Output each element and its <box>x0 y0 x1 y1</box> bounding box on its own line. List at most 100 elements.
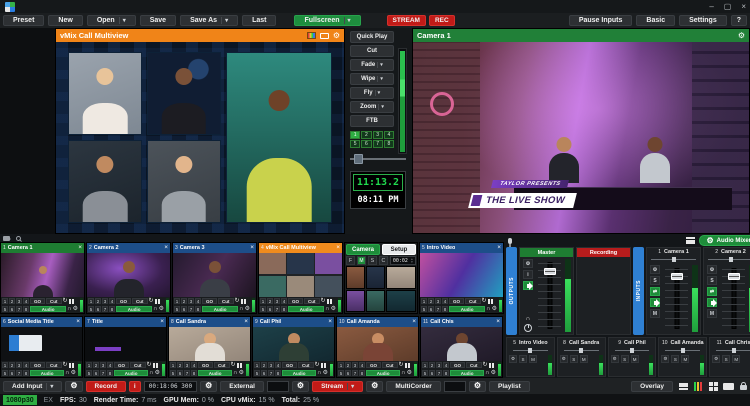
minimize-button[interactable]: – <box>709 3 713 11</box>
overlay-6-button[interactable]: 6 <box>429 370 435 376</box>
gear-icon[interactable]: ⚙ <box>492 306 497 312</box>
input-thumbnail[interactable] <box>1 327 82 361</box>
overlay-6-button[interactable]: 6 <box>9 370 15 376</box>
overlay-4-button[interactable]: 4 <box>443 362 449 368</box>
go-button[interactable]: GO <box>450 362 465 368</box>
volume-fader[interactable] <box>663 265 690 332</box>
overlay-2-button[interactable]: 2 <box>177 362 183 368</box>
camera-mode-button[interactable]: M <box>357 256 366 265</box>
participant-thumb[interactable] <box>366 266 385 289</box>
input-panel[interactable]: 4 vMix Call Multiview × 1 2 3 4 GO Cut ↻… <box>258 242 343 314</box>
overlay-3-button[interactable]: 3 <box>268 362 274 368</box>
overlay-8-button[interactable]: 8 <box>275 370 281 376</box>
maximize-button[interactable]: ▢ <box>724 3 732 11</box>
audio-button[interactable]: Audio <box>30 306 66 312</box>
input-thumbnail[interactable] <box>169 327 250 361</box>
record-info-button[interactable]: i <box>129 381 141 392</box>
overlay-1-button[interactable]: 1 <box>2 362 8 368</box>
camera-icon[interactable] <box>3 236 10 241</box>
go-button[interactable]: GO <box>30 298 45 304</box>
chevron-down-icon[interactable]: ▾ <box>375 90 381 96</box>
transition-tbar[interactable] <box>398 48 407 154</box>
duration-stepper[interactable]: 00:02 ▴▾ <box>390 256 416 265</box>
headphones-icon[interactable]: ∩ <box>239 306 243 312</box>
close-icon[interactable]: × <box>328 319 332 325</box>
gear-icon[interactable]: ⚙ <box>159 306 164 312</box>
overlay-5-button[interactable]: 5 <box>421 306 427 312</box>
gear-icon[interactable]: ⚙ <box>407 370 412 376</box>
input-header[interactable]: 3 Camera 3 × <box>173 243 256 253</box>
overlay-8-button[interactable]: 8 <box>443 370 449 376</box>
participant-thumb[interactable] <box>346 290 365 313</box>
cut-button[interactable]: Cut <box>46 298 62 304</box>
input-header[interactable]: 6 Social Media Title × <box>1 317 82 327</box>
colorbars-icon[interactable] <box>307 32 316 39</box>
solo-button[interactable]: S <box>722 355 730 363</box>
overlay-6-button[interactable]: 6 <box>261 370 267 376</box>
cut-button[interactable]: Cut <box>466 362 482 368</box>
overlay-1-button[interactable]: 1 <box>170 362 176 368</box>
close-icon[interactable]: × <box>164 245 168 251</box>
audio-button[interactable]: Audio <box>202 306 238 312</box>
gear-icon[interactable]: ⚙ <box>523 259 533 268</box>
overlay-8-button[interactable]: 8 <box>109 306 115 312</box>
chevron-down-icon[interactable]: ▾ <box>46 383 53 390</box>
cut-button[interactable]: Cut <box>130 362 146 368</box>
overlay-3-button[interactable]: 3 <box>102 298 108 304</box>
overlay-4-button[interactable]: 4 <box>109 298 115 304</box>
overlay-7-button[interactable]: 7 <box>16 370 22 376</box>
solo-button[interactable]: S <box>570 355 578 363</box>
loop-icon[interactable]: ↻ <box>321 298 326 304</box>
gear-icon[interactable]: ⚙ <box>650 265 660 274</box>
overlay-7-button[interactable]: 7 <box>435 306 441 312</box>
overlay-6-button[interactable]: 6 <box>345 370 351 376</box>
gear-icon[interactable]: ⚙ <box>239 370 244 376</box>
input-header[interactable]: 5 Intro Video × <box>420 243 503 253</box>
overlay-5-button[interactable]: 5 <box>174 306 180 312</box>
fader-knob[interactable] <box>544 268 556 275</box>
stinger-number-cell[interactable]: 4 <box>384 131 394 139</box>
gear-icon[interactable]: ⚙ <box>155 370 160 376</box>
overlay-5-button[interactable]: 5 <box>170 370 176 376</box>
audio-button[interactable]: Audio <box>449 306 485 312</box>
solo-button[interactable]: S <box>519 355 527 363</box>
stream-button[interactable]: Stream ▾ <box>312 381 363 392</box>
pause-inputs-button[interactable]: Pause Inputs <box>569 15 633 26</box>
loop-icon[interactable]: ↻ <box>399 362 404 368</box>
overlay-6-button[interactable]: 6 <box>177 370 183 376</box>
input-header[interactable]: 9 Call Phil × <box>253 317 334 327</box>
input-thumbnail[interactable] <box>337 327 418 361</box>
external-settings-gear[interactable]: ⚙ <box>200 381 217 392</box>
input-panel[interactable]: 7 Title × 1 2 3 4 GO Cut ↻ 5 6 7 8 Audio <box>84 316 167 378</box>
input-panel[interactable]: 5 Intro Video × 1 2 3 4 GO Cut ↻ 5 6 7 8… <box>419 242 504 314</box>
overlay-5-button[interactable]: 5 <box>254 370 260 376</box>
overlay-7-button[interactable]: 7 <box>16 306 22 312</box>
playlist-settings-gear[interactable]: ⚙ <box>469 381 486 392</box>
settings-button[interactable]: Settings <box>679 15 727 26</box>
transition-effect-button[interactable]: Zoom ▾ <box>350 101 394 113</box>
camera-mode-button[interactable]: S <box>368 256 377 265</box>
input-header[interactable]: 1 Camera 1 × <box>1 243 84 253</box>
overlay-4-button[interactable]: 4 <box>281 298 287 304</box>
input-panel[interactable]: 9 Call Phil × 1 2 3 4 GO Cut ↻ 5 6 7 8 A… <box>252 316 335 378</box>
chevron-down-icon[interactable]: ▾ <box>347 383 354 390</box>
overlay-2-button[interactable]: 2 <box>95 298 101 304</box>
playlist-button[interactable]: Playlist <box>489 381 530 392</box>
overlay-8-button[interactable]: 8 <box>442 306 448 312</box>
cut-button[interactable]: Cut <box>218 298 234 304</box>
go-button[interactable]: GO <box>366 362 381 368</box>
participant-thumb[interactable] <box>366 290 385 313</box>
speaker-on-button[interactable] <box>650 298 660 307</box>
close-icon[interactable]: × <box>336 245 340 251</box>
toolbar-button[interactable]: Save As ▾ <box>180 15 238 26</box>
overlay-3-button[interactable]: 3 <box>100 362 106 368</box>
gear-icon[interactable]: ⚙ <box>560 355 568 363</box>
gear-icon[interactable]: ⚙ <box>245 306 250 312</box>
overlay-1-button[interactable]: 1 <box>421 298 427 304</box>
headphones-icon[interactable]: ∩ <box>153 306 157 312</box>
participant-thumb[interactable] <box>386 266 416 289</box>
overlay-7-button[interactable]: 7 <box>100 370 106 376</box>
stream-indicator-button[interactable]: STREAM <box>387 15 426 26</box>
loop-icon[interactable]: ↻ <box>483 362 488 368</box>
loop-icon[interactable]: ↻ <box>147 362 152 368</box>
